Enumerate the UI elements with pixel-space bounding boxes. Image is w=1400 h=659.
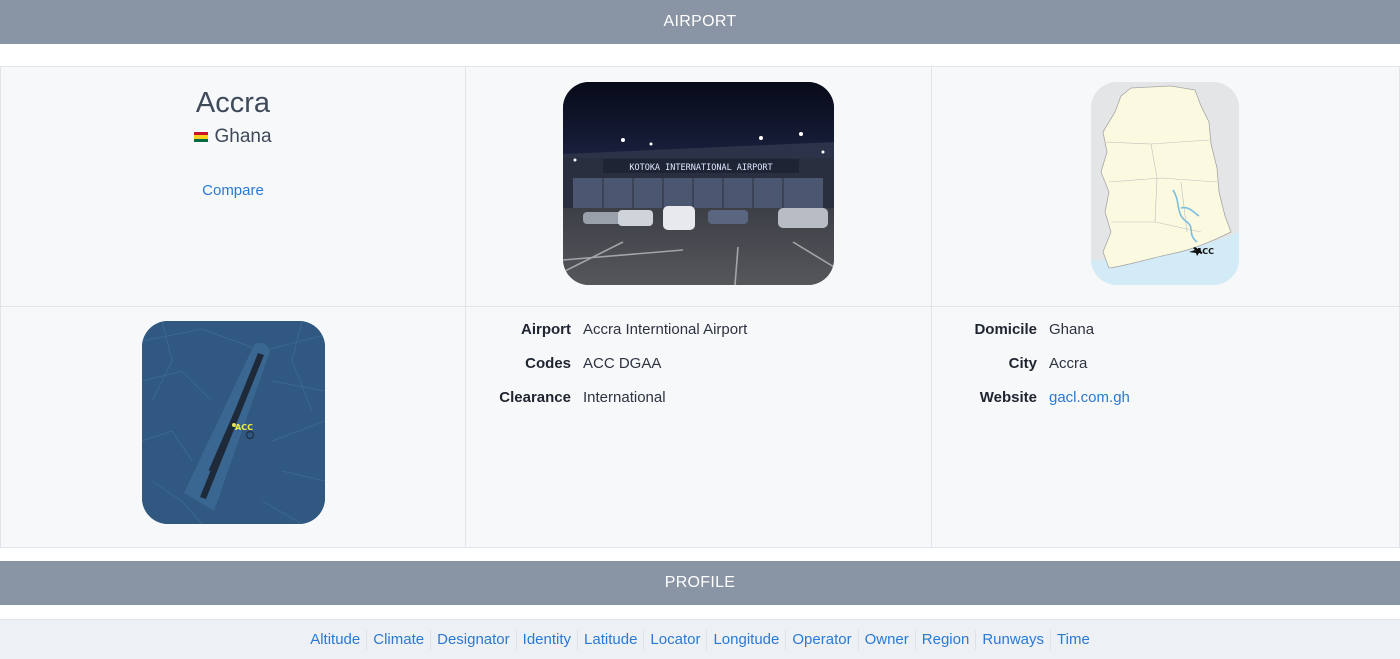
details-cell: Airport Accra Interntional Airport Codes… — [466, 307, 932, 548]
profile-link-designator[interactable]: Designator — [431, 629, 517, 650]
location-value: Ghana — [1049, 321, 1095, 338]
runway-map[interactable]: ACC — [142, 321, 325, 524]
airport-section-title: AIRPORT — [663, 13, 737, 30]
summary-cell: Accra Ghana Compare — [0, 67, 466, 307]
airport-section-header: AIRPORT — [0, 0, 1400, 44]
detail-row-airport: Airport Accra Interntional Airport — [466, 321, 931, 355]
profile-link-region[interactable]: Region — [916, 629, 977, 650]
location-cell: Domicile Ghana City Accra Website gacl.c… — [932, 307, 1400, 548]
profile-link-locator[interactable]: Locator — [644, 629, 708, 650]
profile-link-climate[interactable]: Climate — [367, 629, 432, 650]
profile-link-bar: Altitude Climate Designator Identity Lat… — [0, 619, 1400, 659]
country-row: Ghana — [1, 126, 465, 148]
detail-value: Accra Interntional Airport — [583, 321, 748, 338]
profile-link-owner[interactable]: Owner — [859, 629, 916, 650]
airport-photo[interactable]: KOTOKA INTERNATIONAL AIRPORT — [563, 82, 834, 285]
profile-link-identity[interactable]: Identity — [517, 629, 579, 650]
profile-section-header: PROFILE — [0, 561, 1400, 605]
location-row-city: City Accra — [932, 355, 1399, 389]
detail-key: Codes — [525, 355, 571, 372]
profile-link-altitude[interactable]: Altitude — [304, 629, 368, 650]
ghana-map-illustration: ACC — [1091, 82, 1239, 285]
detail-row-clearance: Clearance International — [466, 389, 931, 423]
photo-cell: KOTOKA INTERNATIONAL AIRPORT — [466, 67, 932, 307]
detail-key: Clearance — [499, 389, 571, 406]
location-row-website: Website gacl.com.gh — [932, 389, 1399, 423]
details-list: Airport Accra Interntional Airport Codes… — [466, 321, 931, 423]
profile-link-latitude[interactable]: Latitude — [578, 629, 645, 650]
website-link[interactable]: gacl.com.gh — [1049, 389, 1130, 406]
location-row-domicile: Domicile Ghana — [932, 321, 1399, 355]
detail-value: ACC DGAA — [583, 355, 662, 372]
terminal-sign-text: KOTOKA INTERNATIONAL AIRPORT — [629, 163, 772, 173]
location-key: City — [1008, 355, 1037, 372]
airport-photo-illustration: KOTOKA INTERNATIONAL AIRPORT — [563, 82, 834, 285]
detail-value: International — [583, 389, 666, 406]
ghana-flag-icon — [194, 132, 209, 142]
compare-link[interactable]: Compare — [202, 182, 264, 199]
location-key: Domicile — [974, 321, 1037, 338]
country-name: Ghana — [214, 126, 272, 147]
profile-link-time[interactable]: Time — [1051, 630, 1096, 650]
detail-key: Airport — [521, 321, 571, 338]
profile-section-title: PROFILE — [664, 574, 736, 591]
map-marker-label: ACC — [1196, 247, 1214, 256]
profile-link-longitude[interactable]: Longitude — [707, 629, 787, 650]
airport-grid: Accra Ghana Compare KOTOKA INTERNATIONAL… — [0, 66, 1400, 548]
runway-map-illustration: ACC — [142, 321, 325, 524]
city-title: Accra — [195, 87, 271, 119]
location-key: Website — [979, 389, 1037, 406]
runway-map-cell: ACC — [0, 307, 466, 548]
detail-row-codes: Codes ACC DGAA — [466, 355, 931, 389]
profile-link-operator[interactable]: Operator — [786, 629, 859, 650]
profile-link-runways[interactable]: Runways — [976, 629, 1052, 650]
country-map[interactable]: ACC — [1091, 82, 1239, 285]
location-list: Domicile Ghana City Accra Website gacl.c… — [932, 321, 1399, 423]
runway-marker-label: ACC — [235, 423, 253, 432]
location-value: Accra — [1049, 355, 1088, 372]
country-map-cell: ACC — [932, 67, 1400, 307]
